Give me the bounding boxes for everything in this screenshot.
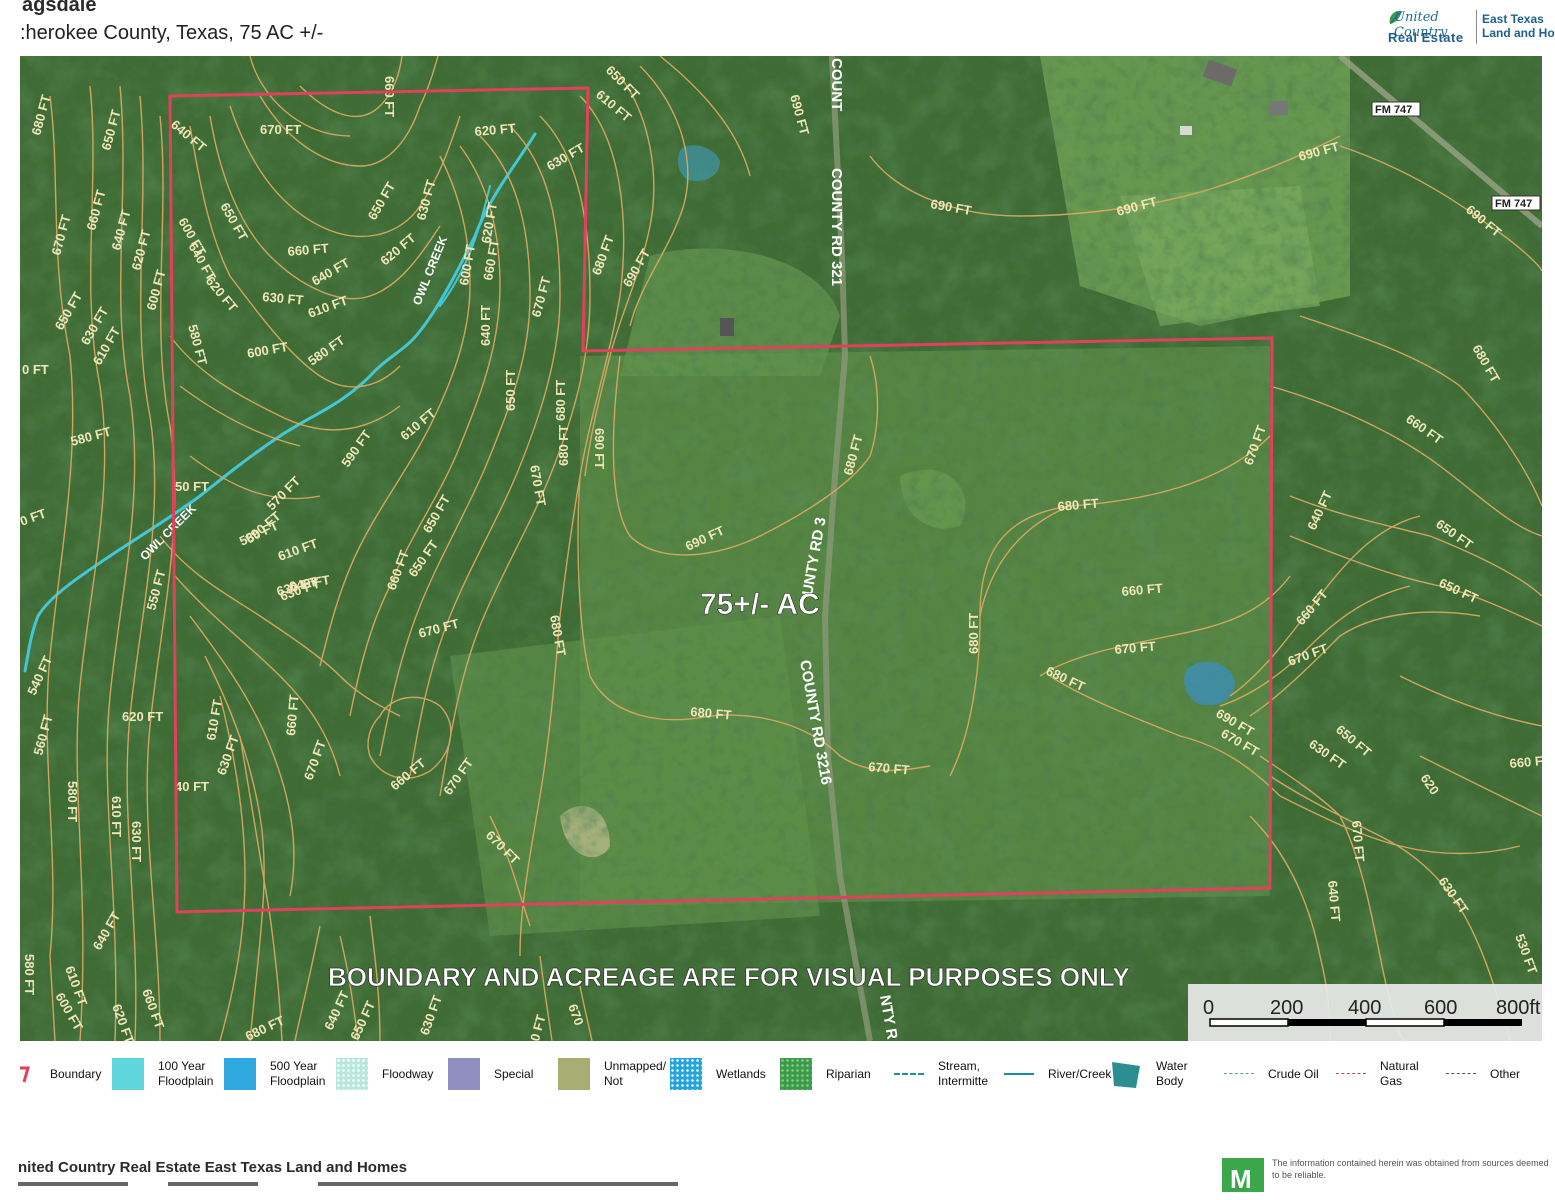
legend-item-riparian: Riparian [780,1058,871,1090]
logo-divider [1476,10,1477,44]
legend-item-wetlands: Wetlands [670,1058,766,1090]
map-canvas[interactable]: 680 FT 650 FT 670 FT 660 FT 640 FT 620 F… [20,56,1542,1041]
natural-gas-swatch-icon [1336,1058,1366,1090]
contour-label: 670 FT [260,122,301,137]
fm-747-label: FM 747 [1495,198,1532,210]
river-swatch-icon [1004,1058,1034,1090]
floodplain-100-swatch-icon [112,1058,144,1090]
contour-label: 660 FT [1509,752,1542,771]
legend-item-boundary: Boundary [18,1058,101,1090]
mls-letter: M [1230,1164,1252,1194]
legend-label-wetlands: Wetlands [716,1066,766,1081]
riparian-swatch-icon [780,1058,812,1090]
legend-item-100-year-floodplain: 100 Year Floodplain [112,1058,220,1090]
contour-label: 630 FT [129,821,144,862]
contour-label: 640 FT [478,305,493,346]
crude-oil-swatch-icon [1224,1058,1254,1090]
legend-item-special: Special [448,1058,533,1090]
legend-item-500-year-floodplain: 500 Year Floodplain [224,1058,332,1090]
fm-747-badge-right: FM 747 [1491,195,1541,211]
legend-item-river-creek: River/Creek [1004,1058,1112,1090]
road-label-county-rd-321: COUNTY RD 321 [828,168,845,286]
footer-company-name: nited Country Real Estate East Texas Lan… [18,1159,407,1176]
scale-tick-400: 400 [1348,997,1381,1019]
legend-item-natural-gas: Natural Gas [1336,1058,1420,1090]
united-country-logo: United Country Real Estate [1386,8,1476,48]
fm-747-badge-top: FM 747 [1371,101,1421,117]
special-swatch-icon [448,1058,480,1090]
contour-label: 580 FT [65,781,80,822]
legend-label-unmapped: Unmapped/ Not [604,1059,667,1088]
contour-label: 610 FT [109,796,124,837]
legend-label-100-year-floodplain: 100 Year Floodplain [158,1059,214,1088]
legend-label-stream: Stream, Intermitte [938,1059,989,1088]
legend-label-natural-gas: Natural Gas [1380,1059,1419,1088]
floodway-swatch-icon [336,1058,368,1090]
scale-tick-600: 600 [1424,997,1457,1019]
wetlands-swatch-icon [670,1058,702,1090]
legend-label-500-year-floodplain: 500 Year Floodplain [270,1059,326,1088]
scale-tick-0: 0 [1203,997,1214,1019]
legend-item-crude-oil: Crude Oil [1224,1058,1319,1090]
legend-item-stream: Stream, Intermitte [894,1058,996,1090]
logo-text-bottom: Real Estate [1388,30,1464,45]
contour-label: 680 FT [553,380,568,421]
boundary-disclaimer: BOUNDARY AND ACREAGE ARE FOR VISUAL PURP… [328,962,1130,992]
other-swatch-icon [1446,1058,1476,1090]
aerial-topo-map[interactable]: 680 FT 650 FT 670 FT 660 FT 640 FT 620 F… [20,56,1542,1041]
contour-label: 0 FT [22,362,49,377]
legend-item-water-body: Water Body [1110,1058,1196,1090]
stream-swatch-icon [894,1058,924,1090]
legend-label-boundary: Boundary [50,1066,102,1081]
scale-tick-200: 200 [1270,997,1303,1019]
legend-label-crude-oil: Crude Oil [1268,1066,1319,1081]
legend-item-other: Other [1446,1058,1520,1090]
unmapped-swatch-icon [558,1058,590,1090]
map-header: agsdale :herokee County, Texas, 75 AC +/… [0,0,1555,56]
contour-label: 650 FT [503,370,518,411]
scale-bar: 0 200 400 600 800ft [1188,984,1542,1041]
legend-label-other: Other [1490,1066,1521,1081]
legend-label-special: Special [494,1066,534,1081]
acreage-label: 75+/- AC [700,588,820,621]
contour-label: 580 FT [22,954,37,995]
scale-tick-800: 800ft [1496,997,1541,1019]
contour-label: 680 FT [966,613,981,654]
mls-logo: M [1222,1158,1264,1194]
legend-item-unmapped: Unmapped/ Not [558,1058,667,1090]
contour-label: 620 FT [122,709,163,724]
property-subtitle: :herokee County, Texas, 75 AC +/- [20,22,324,44]
tree-texture [20,56,1542,1041]
floodplain-500-swatch-icon [224,1058,256,1090]
brand-line-1: East Texas [1482,12,1544,26]
contour-label: 40 FT [175,779,209,794]
legend-label-river-creek: River/Creek [1048,1066,1112,1081]
legend-label-water-body: Water Body [1156,1059,1188,1088]
footer-disclaimer: The information contained herein was obt… [1272,1158,1549,1180]
legend-label-riparian: Riparian [826,1066,871,1081]
road-label-county: COUNT [828,58,845,111]
contour-label: 690 FT [592,428,607,469]
contour-label: 680 FT [556,425,571,466]
water-body-swatch-icon [1112,1062,1140,1088]
legend-label-floodway: Floodway [382,1066,434,1081]
contour-label: 660 FT [382,76,397,117]
fm-747-label: FM 747 [1375,104,1412,116]
brand-line-2: Land and Ho [1482,26,1555,40]
brand-name: East Texas Land and Ho [1482,12,1555,40]
page-title: agsdale [22,0,97,16]
legend-item-floodway: Floodway [336,1058,433,1090]
boundary-swatch-icon [20,1066,30,1083]
map-legend: Boundary 100 Year Floodplain 500 Year Fl… [0,1050,1555,1100]
footer-address-cut [18,1182,678,1186]
page-footer: nited Country Real Estate East Texas Lan… [0,1150,1555,1200]
contour-label: 50 FT [175,479,209,494]
